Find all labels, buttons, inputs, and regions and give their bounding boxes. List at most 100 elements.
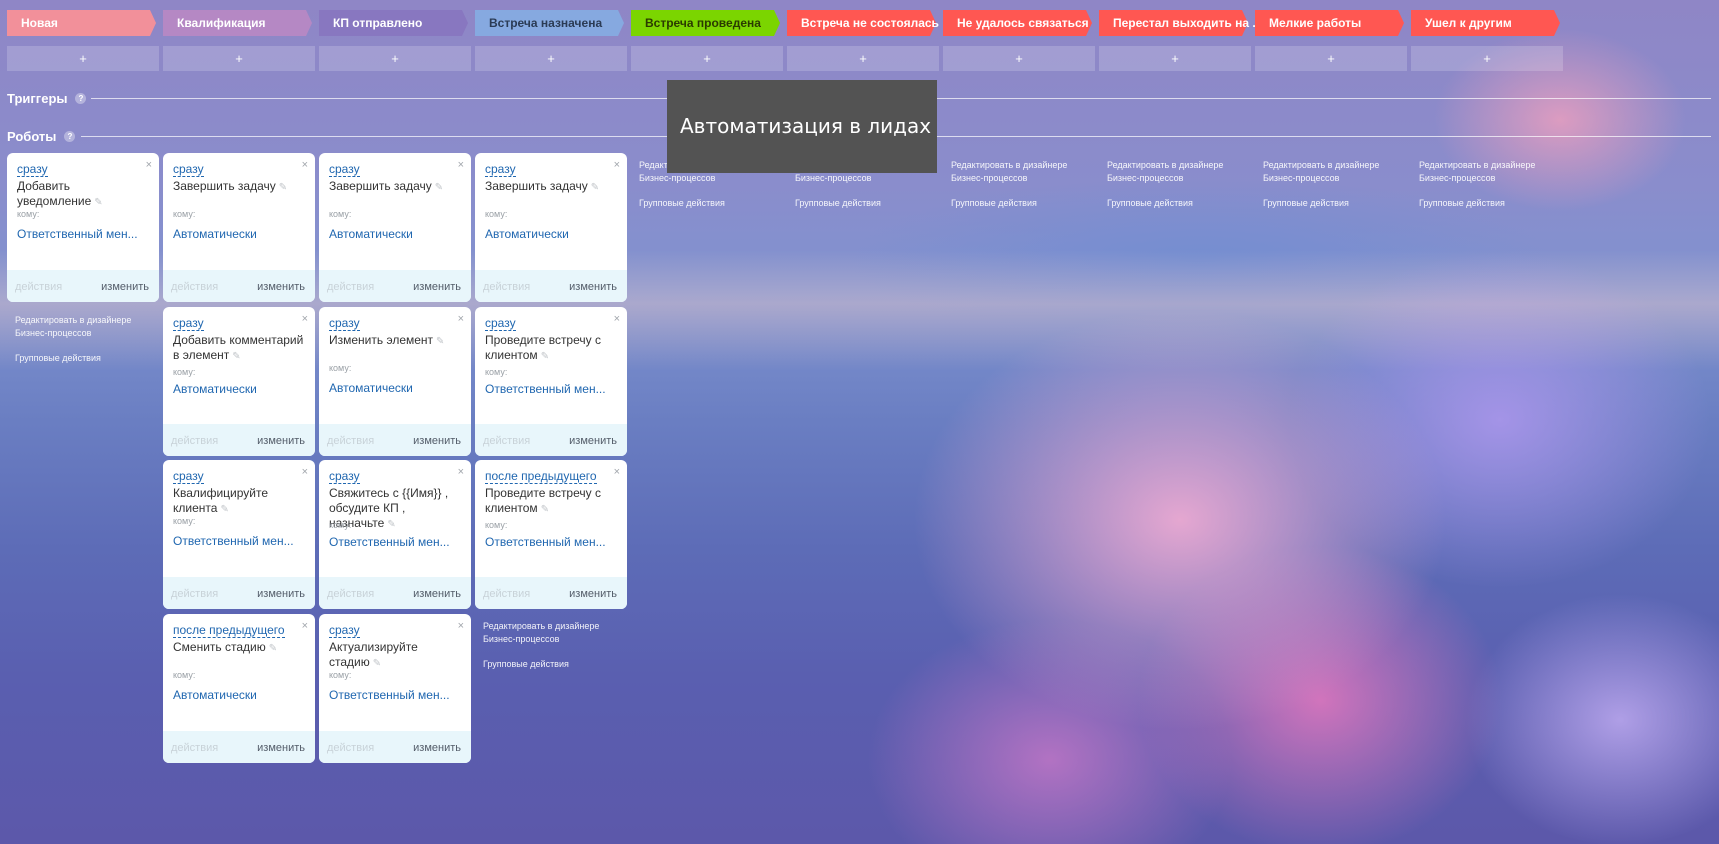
stage-10[interactable]: Ушел к другим — [1411, 10, 1560, 36]
edit-pencil-icon[interactable]: ✎ — [436, 336, 444, 347]
robot-card[interactable]: сразу × Свяжитесь с {{Имя}} , обсудите КП … — [319, 460, 471, 609]
robot-card[interactable]: сразу × Завершить задачу ✎ кому: Автоматическ… — [475, 153, 627, 302]
edit-pencil-icon[interactable]: ✎ — [435, 182, 443, 193]
stage-8[interactable]: Перестал выходить на ... — [1099, 10, 1262, 36]
robot-card[interactable]: сразу × Изменить элемент ✎ кому: Автоматическ… — [319, 307, 471, 456]
delete-robot-icon[interactable]: × — [614, 159, 620, 171]
add-robot-button[interactable]: + — [475, 46, 627, 71]
stage-1[interactable]: Новая — [7, 10, 156, 36]
recipient-link[interactable]: Ответственный мен... — [173, 534, 294, 548]
add-robot-button[interactable]: + — [1099, 46, 1251, 71]
group-actions-link[interactable]: Групповые действия — [1263, 197, 1379, 210]
edit-pencil-icon[interactable]: ✎ — [591, 182, 599, 193]
change-link[interactable]: изменить — [569, 588, 617, 600]
change-link[interactable]: изменить — [257, 742, 305, 754]
stage-6[interactable]: Встреча не состоялась — [787, 10, 939, 36]
group-actions-link[interactable]: Групповые действия — [639, 197, 755, 210]
robot-condition-link[interactable]: сразу — [17, 162, 48, 177]
change-link[interactable]: изменить — [413, 742, 461, 754]
edit-pencil-icon[interactable]: ✎ — [269, 643, 277, 654]
edit-pencil-icon[interactable]: ✎ — [373, 658, 381, 669]
delete-robot-icon[interactable]: × — [614, 313, 620, 325]
delete-robot-icon[interactable]: × — [458, 466, 464, 478]
recipient-link[interactable]: Автоматически — [329, 227, 413, 241]
group-actions-link[interactable]: Групповые действия — [15, 352, 131, 365]
recipient-link[interactable]: Ответственный мен... — [17, 227, 138, 241]
add-robot-button[interactable]: + — [319, 46, 471, 71]
add-robot-button[interactable]: + — [943, 46, 1095, 71]
delete-robot-icon[interactable]: × — [302, 159, 308, 171]
edit-pencil-icon[interactable]: ✎ — [387, 519, 395, 530]
stage-9[interactable]: Мелкие работы — [1255, 10, 1404, 36]
group-actions-link[interactable]: Групповые действия — [1419, 197, 1535, 210]
robot-card[interactable]: сразу × Завершить задачу ✎ кому: Автоматическ… — [163, 153, 315, 302]
edit-pencil-icon[interactable]: ✎ — [220, 504, 228, 515]
recipient-link[interactable]: Ответственный мен... — [329, 535, 450, 549]
delete-robot-icon[interactable]: × — [302, 466, 308, 478]
robot-condition-link[interactable]: после предыдущего — [485, 469, 597, 484]
delete-robot-icon[interactable]: × — [302, 313, 308, 325]
help-icon[interactable]: ? — [75, 93, 87, 104]
edit-pencil-icon[interactable]: ✎ — [279, 182, 287, 193]
delete-robot-icon[interactable]: × — [458, 620, 464, 632]
recipient-link[interactable]: Автоматически — [173, 227, 257, 241]
stage-4[interactable]: Встреча назначена — [475, 10, 624, 36]
robot-card[interactable]: после предыдущего × Сменить стадию ✎ кому: Ав… — [163, 614, 315, 763]
robot-card[interactable]: сразу × Добавить уведомление ✎ кому: Ответств… — [7, 153, 159, 302]
stage-3[interactable]: КП отправлено — [319, 10, 468, 36]
edit-in-designer-link[interactable]: Редактировать в дизайнере Бизнес-процессо… — [1419, 160, 1535, 183]
change-link[interactable]: изменить — [257, 435, 305, 447]
add-robot-button[interactable]: + — [1411, 46, 1563, 71]
robot-condition-link[interactable]: сразу — [173, 469, 204, 484]
edit-in-designer-link[interactable]: Редактировать в дизайнере Бизнес-процессо… — [1107, 160, 1223, 183]
robot-card[interactable]: сразу × Актуализируйте стадию ✎ кому: Ответст… — [319, 614, 471, 763]
change-link[interactable]: изменить — [569, 281, 617, 293]
change-link[interactable]: изменить — [257, 281, 305, 293]
edit-pencil-icon[interactable]: ✎ — [232, 351, 240, 362]
robot-condition-link[interactable]: сразу — [485, 162, 516, 177]
edit-in-designer-link[interactable]: Редактировать в дизайнере Бизнес-процессо… — [15, 315, 131, 338]
robot-card[interactable]: сразу × Добавить комментарий в элемент ✎ ком… — [163, 307, 315, 456]
robot-card[interactable]: после предыдущего × Проведите встречу с кл… — [475, 460, 627, 609]
robot-card[interactable]: сразу × Квалифицируйте клиента ✎ кому: Ответс… — [163, 460, 315, 609]
change-link[interactable]: изменить — [413, 588, 461, 600]
edit-in-designer-link[interactable]: Редактировать в дизайнере Бизнес-процессо… — [1263, 160, 1379, 183]
change-link[interactable]: изменить — [257, 588, 305, 600]
change-link[interactable]: изменить — [413, 435, 461, 447]
recipient-link[interactable]: Автоматически — [173, 688, 257, 702]
edit-pencil-icon[interactable]: ✎ — [541, 351, 549, 362]
robot-condition-link[interactable]: сразу — [173, 162, 204, 177]
robot-card[interactable]: сразу × Завершить задачу ✎ кому: Автоматическ… — [319, 153, 471, 302]
stage-7[interactable]: Не удалось связаться — [943, 10, 1092, 36]
delete-robot-icon[interactable]: × — [458, 159, 464, 171]
robot-condition-link[interactable]: сразу — [329, 162, 360, 177]
robot-card[interactable]: сразу × Проведите встречу с клиентом ✎ кому:… — [475, 307, 627, 456]
edit-pencil-icon[interactable]: ✎ — [541, 504, 549, 515]
recipient-link[interactable]: Ответственный мен... — [329, 688, 450, 702]
edit-in-designer-link[interactable]: Редактировать в дизайнере Бизнес-процессо… — [483, 621, 599, 644]
add-robot-button[interactable]: + — [631, 46, 783, 71]
delete-robot-icon[interactable]: × — [146, 159, 152, 171]
robot-condition-link[interactable]: сразу — [173, 316, 204, 331]
robot-condition-link[interactable]: сразу — [485, 316, 516, 331]
recipient-link[interactable]: Автоматически — [485, 227, 569, 241]
stage-2[interactable]: Квалификация — [163, 10, 312, 36]
group-actions-link[interactable]: Групповые действия — [795, 197, 911, 210]
recipient-link[interactable]: Ответственный мен... — [485, 382, 606, 396]
delete-robot-icon[interactable]: × — [458, 313, 464, 325]
robot-condition-link[interactable]: сразу — [329, 316, 360, 331]
add-robot-button[interactable]: + — [7, 46, 159, 71]
delete-robot-icon[interactable]: × — [614, 466, 620, 478]
help-icon[interactable]: ? — [64, 131, 76, 142]
change-link[interactable]: изменить — [413, 281, 461, 293]
change-link[interactable]: изменить — [569, 435, 617, 447]
group-actions-link[interactable]: Групповые действия — [483, 658, 599, 671]
recipient-link[interactable]: Автоматически — [329, 381, 413, 395]
recipient-link[interactable]: Ответственный мен... — [485, 535, 606, 549]
recipient-link[interactable]: Автоматически — [173, 382, 257, 396]
add-robot-button[interactable]: + — [163, 46, 315, 71]
add-robot-button[interactable]: + — [1255, 46, 1407, 71]
edit-in-designer-link[interactable]: Редактировать в дизайнере Бизнес-процессо… — [951, 160, 1067, 183]
change-link[interactable]: изменить — [101, 281, 149, 293]
robot-condition-link[interactable]: после предыдущего — [173, 623, 285, 638]
